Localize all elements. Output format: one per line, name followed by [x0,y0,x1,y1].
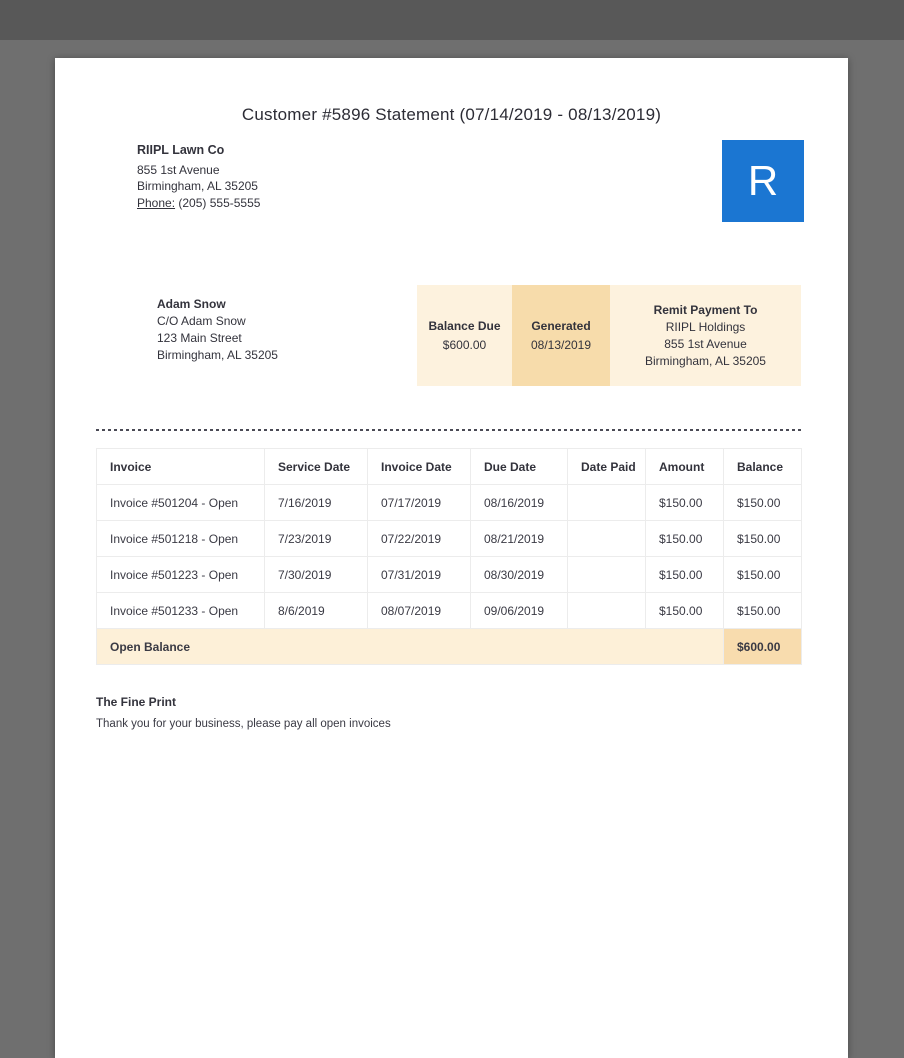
remit-payment-box: Remit Payment To RIIPL Holdings 855 1st … [610,285,801,386]
cell-due-date: 09/06/2019 [470,592,568,629]
column-header-due-date: Due Date [470,448,568,485]
fine-print-text: Thank you for your business, please pay … [96,718,391,730]
cell-invoice: Invoice #501223 - Open [96,556,265,593]
company-name: RIIPL Lawn Co [137,143,225,157]
open-balance-row: Open Balance $600.00 [96,628,802,665]
table-row: Invoice #501233 - Open 8/6/2019 08/07/20… [96,592,802,629]
cell-invoice-date: 07/22/2019 [367,520,471,557]
statement-title: Customer #5896 Statement (07/14/2019 - 0… [241,105,662,124]
fine-print-heading: The Fine Print [96,695,177,709]
cell-due-date: 08/21/2019 [470,520,568,557]
remit-label: Remit Payment To [653,303,758,317]
balance-due-box: Balance Due $600.00 [417,285,512,386]
column-header-invoice-date: Invoice Date [367,448,471,485]
open-balance-label: Open Balance [96,628,724,665]
customer-care-of: C/O Adam Snow [157,314,246,328]
cell-invoice-date: 08/07/2019 [367,592,471,629]
column-header-service-date: Service Date [264,448,368,485]
cell-date-paid [567,484,646,521]
open-balance-total: $600.00 [723,628,802,665]
company-address-line2: Birmingham, AL 35205 [137,179,258,193]
remit-address2: Birmingham, AL 35205 [645,354,766,368]
company-phone-line: Phone: (205) 555-5555 [137,195,260,212]
company-address-line1: 855 1st Avenue [137,162,220,177]
column-header-balance: Balance [723,448,802,485]
logo-letter: R [747,157,779,204]
viewer-top-shade [0,0,904,40]
phone-value: (205) 555-5555 [178,195,261,210]
cell-service-date: 7/30/2019 [264,556,368,593]
balance-due-label: Balance Due [428,319,501,333]
invoice-table: Invoice Service Date Invoice Date Due Da… [96,448,802,665]
balance-due-value: $600.00 [442,338,487,352]
cell-invoice: Invoice #501233 - Open [96,592,265,629]
cell-service-date: 8/6/2019 [264,592,368,629]
cell-balance: $150.00 [723,520,802,557]
cell-invoice-date: 07/17/2019 [367,484,471,521]
cell-service-date: 7/23/2019 [264,520,368,557]
phone-label: Phone: [137,195,176,210]
table-row: Invoice #501204 - Open 7/16/2019 07/17/2… [96,484,802,521]
cell-service-date: 7/16/2019 [264,484,368,521]
cell-amount: $150.00 [645,592,724,629]
customer-street: 123 Main Street [157,331,242,345]
cell-invoice: Invoice #501218 - Open [96,520,265,557]
remit-address1: 855 1st Avenue [664,337,747,351]
generated-label: Generated [531,319,591,333]
table-row: Invoice #501218 - Open 7/23/2019 07/22/2… [96,520,802,557]
customer-city: Birmingham, AL 35205 [157,348,278,362]
cell-due-date: 08/16/2019 [470,484,568,521]
cell-invoice-date: 07/31/2019 [367,556,471,593]
table-header-row: Invoice Service Date Invoice Date Due Da… [96,448,802,485]
cell-balance: $150.00 [723,592,802,629]
cell-invoice: Invoice #501204 - Open [96,484,265,521]
cell-date-paid [567,592,646,629]
column-header-invoice: Invoice [96,448,265,485]
column-header-amount: Amount [645,448,724,485]
column-header-date-paid: Date Paid [567,448,646,485]
generated-value: 08/13/2019 [530,338,592,352]
cell-amount: $150.00 [645,520,724,557]
statement-page: Customer #5896 Statement (07/14/2019 - 0… [55,58,848,1058]
company-info-block: RIIPL Lawn Co 855 1st Avenue Birmingham,… [137,142,260,211]
cell-amount: $150.00 [645,484,724,521]
cell-balance: $150.00 [723,484,802,521]
cell-amount: $150.00 [645,556,724,593]
cell-date-paid [567,520,646,557]
cell-balance: $150.00 [723,556,802,593]
dashed-divider [96,429,801,431]
cell-date-paid [567,556,646,593]
cell-due-date: 08/30/2019 [470,556,568,593]
company-logo: R [722,140,804,222]
table-row: Invoice #501223 - Open 7/30/2019 07/31/2… [96,556,802,593]
summary-strip: Balance Due $600.00 Generated 08/13/2019… [417,285,801,386]
remit-name: RIIPL Holdings [665,320,746,334]
generated-box: Generated 08/13/2019 [512,285,610,386]
customer-info-block: Adam Snow C/O Adam Snow 123 Main Street … [157,296,278,364]
customer-name: Adam Snow [157,297,226,311]
